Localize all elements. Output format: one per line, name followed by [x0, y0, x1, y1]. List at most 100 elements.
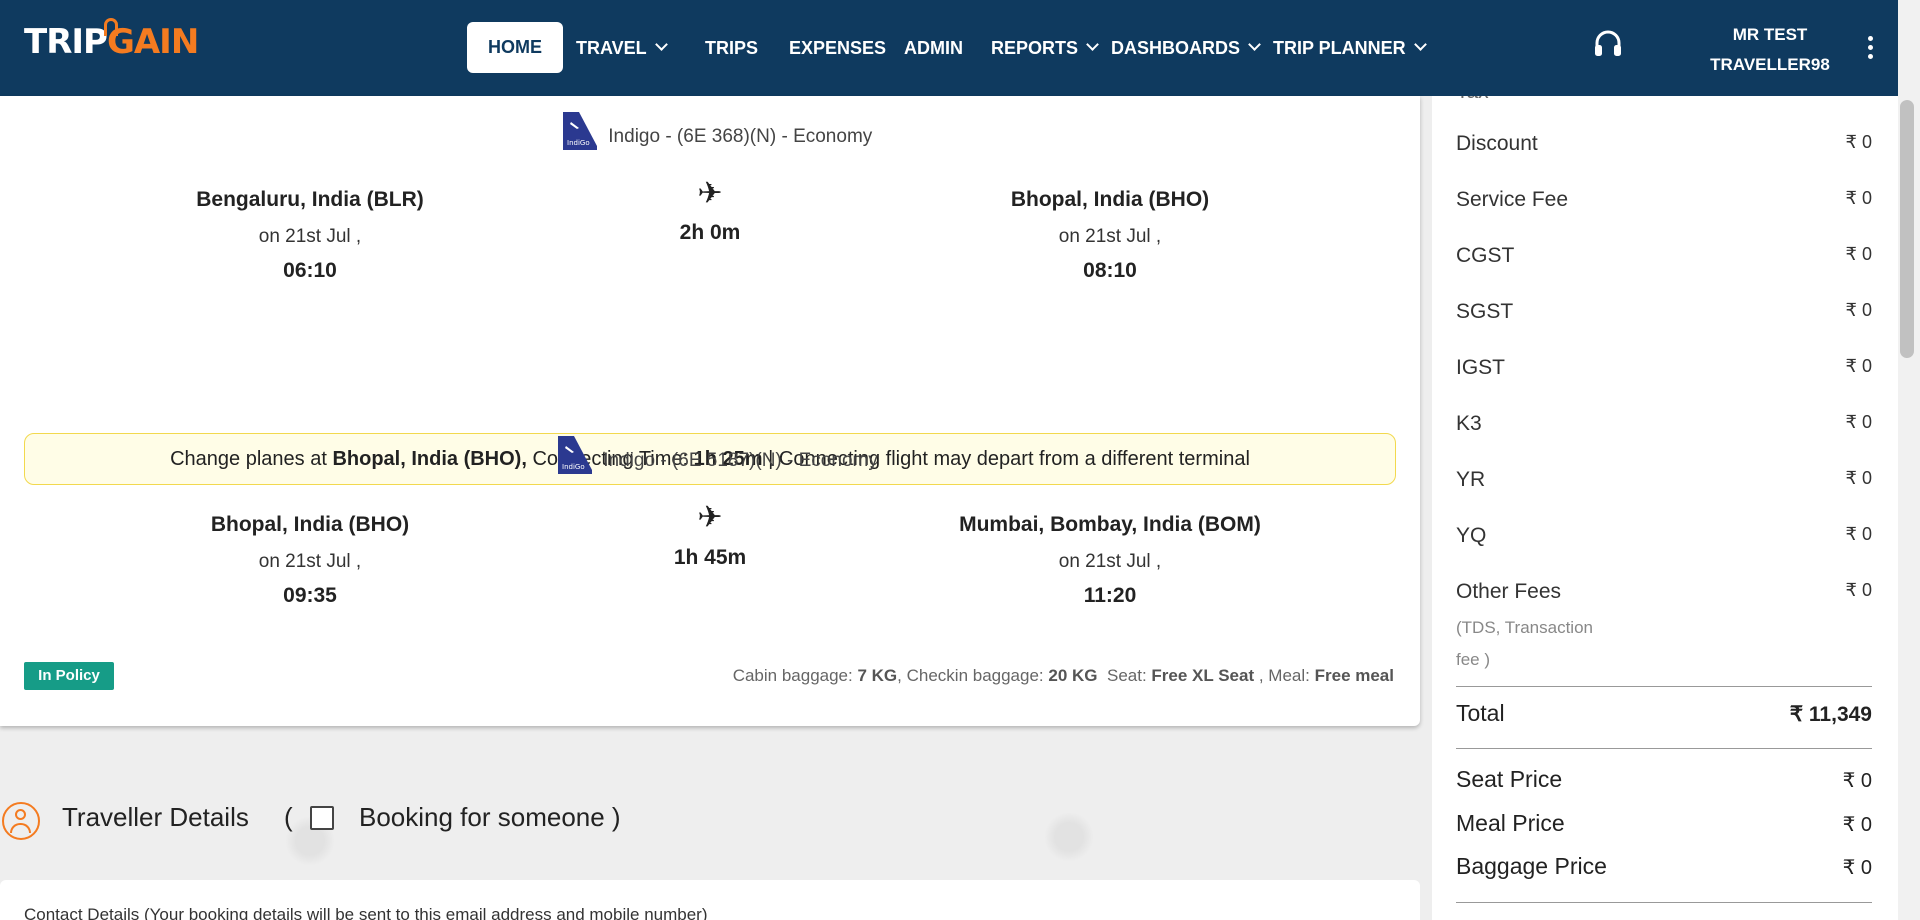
- divider: [1456, 748, 1872, 749]
- checkin-baggage-label: , Checkin baggage:: [897, 666, 1044, 685]
- total-value: ₹ 11,349: [1789, 703, 1872, 726]
- extra-label: Meal Price: [1456, 810, 1565, 836]
- nav-reports-label: REPORTS: [991, 38, 1079, 58]
- booking-for-someone-checkbox[interactable]: [310, 806, 334, 830]
- segment-1-to-time: 08:10: [1083, 259, 1137, 282]
- fare-label: IGST: [1456, 356, 1506, 379]
- svg-text:IndiGo: IndiGo: [567, 139, 590, 147]
- nav-reports[interactable]: REPORTS: [991, 0, 1099, 96]
- segment-1-from-time: 06:10: [283, 259, 337, 282]
- fare-row-cgst: CGST ₹ 0: [1456, 244, 1872, 268]
- tripgain-logo[interactable]: TRIPGAIN: [24, 18, 199, 62]
- seat-price-row: Seat Price ₹ 0: [1456, 766, 1872, 793]
- kebab-menu-icon[interactable]: [1868, 36, 1874, 63]
- divider: [1456, 686, 1872, 687]
- segment-1-airline: IndiGo Indigo - (6E 368)(N) - Economy: [559, 112, 873, 156]
- flight-details-card: IndiGo Indigo - (6E 368)(N) - Economy Be…: [0, 96, 1420, 726]
- scrollbar-track-top: [1898, 0, 1920, 96]
- baggage-info: Cabin baggage: 7 KG, Checkin baggage: 20…: [733, 666, 1394, 686]
- user-name-line2: TRAVELLER98: [1710, 55, 1830, 74]
- fare-summary-panel: Tax Discount ₹ 0 Service Fee ₹ 0 CGST ₹ 0 S…: [1432, 96, 1898, 920]
- airplane-icon: ✈: [697, 501, 723, 534]
- fare-value: ₹ 0: [1845, 300, 1872, 320]
- total-label: Total: [1456, 700, 1505, 726]
- fare-label: SGST: [1456, 300, 1514, 323]
- nav-travel[interactable]: TRAVEL: [576, 0, 668, 96]
- user-menu[interactable]: MR TEST TRAVELLER98: [1700, 20, 1840, 80]
- fare-label: Other Fees: [1456, 580, 1562, 603]
- user-name-line1: MR TEST: [1732, 25, 1808, 44]
- segment-1-to-city: Bhopal, India (BHO): [1010, 188, 1210, 211]
- segment-2-from-time: 09:35: [283, 584, 337, 607]
- segment-2-airline: IndiGo Indigo - (6E 5187)(N) - Economy: [554, 436, 878, 480]
- fare-label: Service Fee: [1456, 188, 1569, 211]
- open-paren: (: [284, 802, 293, 832]
- fare-label: YQ: [1456, 524, 1487, 547]
- fare-row-other-fees: Other Fees ₹ 0: [1456, 580, 1872, 604]
- seat-value: Free XL Seat: [1151, 666, 1255, 685]
- divider: [1456, 902, 1872, 903]
- fare-row-tax-partial: Tax: [1456, 96, 1872, 104]
- nav-home[interactable]: HOME: [467, 22, 563, 73]
- layover-prefix: Change planes at: [170, 448, 327, 470]
- nav-trips[interactable]: TRIPS: [705, 0, 758, 96]
- chevron-down-icon: [1248, 38, 1261, 51]
- cabin-baggage-value: 7 KG: [857, 666, 898, 685]
- segment-1-airline-label: Indigo - (6E 368)(N) - Economy: [608, 126, 873, 148]
- fare-value: ₹ 0: [1845, 468, 1872, 488]
- extra-value: ₹ 0: [1842, 857, 1872, 879]
- segment-2-duration: 1h 45m: [673, 546, 747, 569]
- segment-2-from-city: Bhopal, India (BHO): [210, 513, 410, 536]
- fare-value: ₹ 0: [1845, 244, 1872, 264]
- watermark-sun-icon: [1044, 812, 1094, 862]
- segment-2-to-time: 11:20: [1083, 584, 1137, 607]
- other-fees-note: (TDS, Transaction fee ): [1456, 618, 1593, 669]
- nav-dashboards[interactable]: DASHBOARDS: [1111, 0, 1261, 96]
- nav-dashboards-label: DASHBOARDS: [1111, 38, 1241, 58]
- segment-1-from-date: on 21st Jul ,: [258, 226, 362, 247]
- segment-2-airline-label: Indigo - (6E 5187)(N) - Economy: [603, 450, 878, 472]
- fare-row-yr: YR ₹ 0: [1456, 468, 1872, 492]
- fare-value: ₹ 0: [1845, 580, 1872, 600]
- scrollbar-thumb[interactable]: [1900, 100, 1914, 358]
- nav-expenses[interactable]: EXPENSES: [789, 0, 886, 96]
- logo-bag-icon: [104, 18, 118, 36]
- layover-city: Bhopal, India (BHO),: [332, 448, 527, 470]
- cabin-baggage-label: Cabin baggage:: [732, 666, 853, 685]
- meal-label: , Meal:: [1258, 666, 1310, 685]
- extra-value: ₹ 0: [1842, 770, 1872, 792]
- extra-label: Baggage Price: [1456, 853, 1607, 879]
- fare-value: ₹ 0: [1845, 356, 1872, 376]
- booking-for-someone-label: Booking for someone ): [359, 802, 621, 832]
- chevron-down-icon: [1086, 38, 1099, 51]
- fare-row-igst: IGST ₹ 0: [1456, 356, 1872, 380]
- user-circle-icon: [2, 802, 40, 840]
- fare-row-k3: K3 ₹ 0: [1456, 412, 1872, 436]
- headset-icon[interactable]: [1592, 28, 1624, 60]
- segment-2-to-city: Mumbai, Bombay, India (BOM): [959, 513, 1261, 536]
- fare-label: CGST: [1456, 244, 1515, 267]
- contact-details-text: Contact Details (Your booking details wi…: [24, 905, 708, 920]
- segment-2-to-date: on 21st Jul ,: [1058, 551, 1162, 572]
- segment-1-from-city: Bengaluru, India (BLR): [196, 188, 424, 211]
- fare-value: ₹ 0: [1845, 188, 1872, 208]
- fare-row-sgst: SGST ₹ 0: [1456, 300, 1872, 324]
- extra-value: ₹ 0: [1842, 814, 1872, 836]
- airplane-icon: ✈: [697, 177, 723, 210]
- seat-label: Seat:: [1106, 666, 1147, 685]
- fare-label: YR: [1456, 468, 1486, 491]
- baggage-price-row: Baggage Price ₹ 0: [1456, 853, 1872, 880]
- fare-value: ₹ 0: [1845, 132, 1872, 152]
- fare-row-service-fee: Service Fee ₹ 0: [1456, 188, 1872, 212]
- fare-row-yq: YQ ₹ 0: [1456, 524, 1872, 548]
- nav-admin[interactable]: ADMIN: [904, 0, 963, 96]
- fare-value: ₹ 0: [1845, 412, 1872, 432]
- nav-travel-label: TRAVEL: [576, 38, 647, 58]
- segment-1-duration: 2h 0m: [679, 221, 741, 244]
- nav-trip-planner[interactable]: TRIP PLANNER: [1273, 0, 1427, 96]
- chevron-down-icon: [654, 38, 668, 51]
- contact-details-card: Contact Details (Your booking details wi…: [0, 880, 1420, 920]
- fare-total: Total ₹ 11,349: [1456, 700, 1872, 727]
- traveller-details-title: Traveller Details: [62, 802, 249, 832]
- nav-trip-planner-label: TRIP PLANNER: [1273, 38, 1406, 58]
